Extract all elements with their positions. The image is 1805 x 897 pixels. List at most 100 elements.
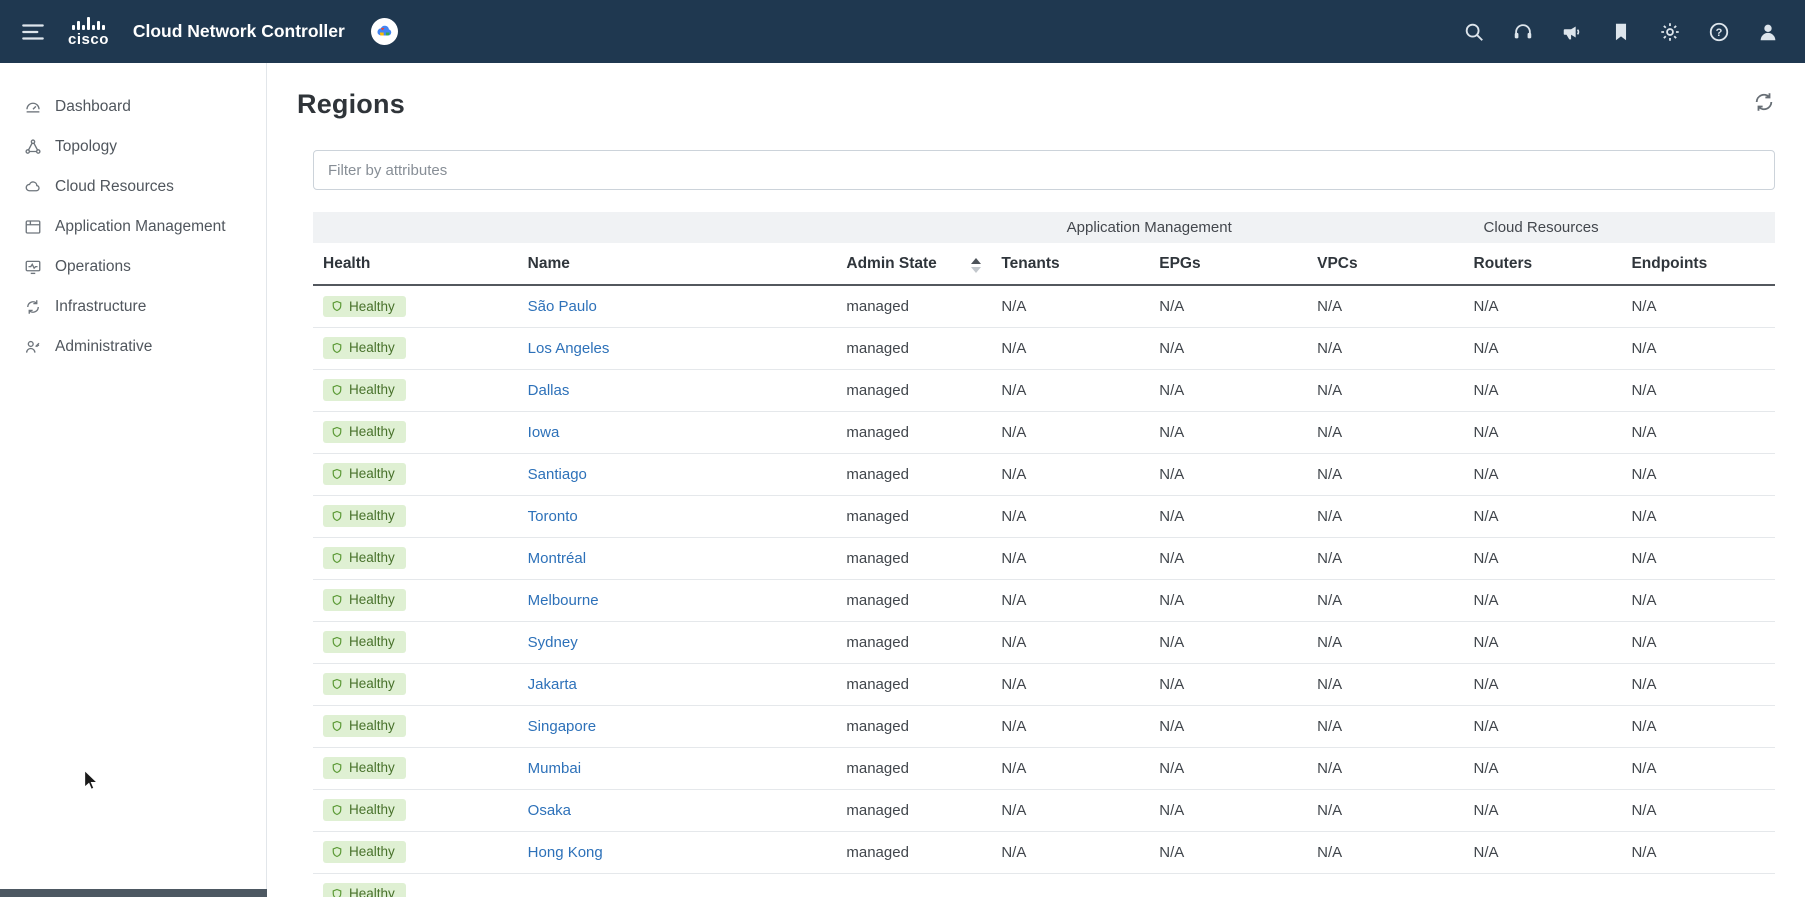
tenants-cell: N/A: [991, 537, 1150, 580]
admin-state-cell: managed: [836, 411, 992, 454]
bookmark-icon[interactable]: [1610, 21, 1632, 43]
routers-cell: N/A: [1463, 831, 1622, 874]
sidebar-item-application-management[interactable]: Application Management: [0, 207, 266, 247]
admin-state-cell: managed: [836, 495, 992, 538]
user-icon[interactable]: [1757, 21, 1779, 43]
filter-input[interactable]: [313, 150, 1775, 191]
sidebar-item-label: Infrastructure: [55, 298, 147, 315]
admin-state-cell: [836, 873, 992, 897]
routers-cell: N/A: [1463, 411, 1622, 454]
endpoints-cell: N/A: [1621, 495, 1775, 538]
refresh-button[interactable]: [1753, 91, 1775, 113]
region-link[interactable]: Toronto: [528, 508, 578, 525]
region-link[interactable]: Montréal: [528, 550, 586, 567]
table-group-header-row: Application Management Cloud Resources: [313, 212, 1775, 244]
tenants-cell: N/A: [991, 705, 1150, 748]
routers-cell: N/A: [1463, 747, 1622, 790]
column-header-epgs[interactable]: EPGs: [1149, 243, 1308, 287]
table-column-header-row: Health Name Admin State Tenants EPGs VPCs Rout…: [313, 243, 1775, 287]
health-cell: Healthy: [313, 411, 518, 454]
health-badge: Healthy: [323, 337, 406, 359]
health-badge: Healthy: [323, 673, 406, 695]
epgs-cell: N/A: [1149, 621, 1308, 664]
column-header-vpcs[interactable]: VPCs: [1307, 243, 1464, 287]
announcement-icon[interactable]: [1561, 21, 1583, 43]
name-cell: Mumbai: [517, 747, 837, 790]
shield-icon: [331, 384, 343, 396]
column-header-label: VPCs: [1317, 254, 1358, 272]
topology-icon: [24, 138, 42, 156]
name-cell: Melbourne: [517, 579, 837, 622]
routers-cell: N/A: [1463, 453, 1622, 496]
column-header-routers[interactable]: Routers: [1463, 243, 1622, 287]
health-badge: Healthy: [323, 841, 406, 863]
sidebar-item-label: Cloud Resources: [55, 178, 174, 195]
cisco-logo: cisco: [68, 16, 109, 47]
region-link[interactable]: Singapore: [528, 718, 596, 735]
column-header-endpoints[interactable]: Endpoints: [1621, 243, 1775, 287]
horizontal-scrollbar[interactable]: [0, 889, 267, 897]
tenants-cell: N/A: [991, 495, 1150, 538]
table-row: Healthy Dallas managed N/A N/A N/A N/A N/A: [313, 369, 1775, 412]
health-badge: Healthy: [323, 589, 406, 611]
name-cell: [517, 873, 837, 897]
tenants-cell: [991, 873, 1150, 897]
health-cell: Healthy: [313, 663, 518, 706]
sidebar-item-topology[interactable]: Topology: [0, 127, 266, 167]
shield-icon: [331, 552, 343, 564]
endpoints-cell: N/A: [1621, 285, 1775, 328]
sort-control[interactable]: [971, 257, 982, 273]
region-link[interactable]: Melbourne: [528, 592, 599, 609]
search-icon[interactable]: [1463, 21, 1485, 43]
menu-icon[interactable]: [20, 19, 46, 45]
shield-icon: [331, 636, 343, 648]
help-icon[interactable]: ?: [1708, 21, 1730, 43]
tenants-cell: N/A: [991, 285, 1150, 328]
vpcs-cell: [1307, 873, 1464, 897]
sidebar-item-cloud-resources[interactable]: Cloud Resources: [0, 167, 266, 207]
app-title: Cloud Network Controller: [132, 21, 345, 41]
region-link[interactable]: Los Angeles: [528, 340, 610, 357]
tenants-cell: N/A: [991, 579, 1150, 622]
health-badge: Healthy: [323, 295, 406, 318]
endpoints-cell: N/A: [1621, 663, 1775, 706]
routers-cell: N/A: [1463, 789, 1622, 832]
column-header-label: Admin State: [846, 254, 937, 272]
region-link[interactable]: Jakarta: [528, 676, 577, 693]
endpoints-cell: N/A: [1621, 411, 1775, 454]
admin-state-cell: managed: [836, 453, 992, 496]
health-badge: Healthy: [323, 631, 406, 653]
region-link[interactable]: Santiago: [528, 466, 587, 483]
column-header-tenants[interactable]: Tenants: [991, 243, 1150, 287]
assistant-icon[interactable]: [1512, 21, 1534, 43]
vpcs-cell: N/A: [1307, 411, 1464, 454]
sort-desc-icon: [971, 266, 982, 273]
endpoints-cell: N/A: [1621, 453, 1775, 496]
health-badge: Healthy: [323, 421, 406, 443]
column-header-name[interactable]: Name: [517, 243, 837, 287]
region-link[interactable]: Mumbai: [528, 760, 581, 777]
endpoints-cell: N/A: [1621, 579, 1775, 622]
sidebar-item-administrative[interactable]: Administrative: [0, 327, 266, 367]
column-header-label: Name: [527, 254, 570, 272]
region-link[interactable]: Osaka: [528, 802, 571, 819]
column-header-admin-state[interactable]: Admin State: [836, 243, 992, 287]
endpoints-cell: N/A: [1621, 705, 1775, 748]
sidebar-item-operations[interactable]: Operations: [0, 247, 266, 287]
shield-icon: [331, 720, 343, 732]
epgs-cell: N/A: [1149, 747, 1308, 790]
column-header-health[interactable]: Health: [313, 243, 518, 287]
region-link[interactable]: Dallas: [528, 382, 570, 399]
topbar-right: ?: [1463, 21, 1785, 43]
sidebar-item-dashboard[interactable]: Dashboard: [0, 87, 266, 127]
region-link[interactable]: São Paulo: [528, 298, 597, 315]
sidebar-item-infrastructure[interactable]: Infrastructure: [0, 287, 266, 327]
region-link[interactable]: Sydney: [528, 634, 578, 651]
dashboard-icon: [24, 98, 42, 116]
name-cell: Osaka: [517, 789, 837, 832]
name-cell: São Paulo: [517, 285, 837, 328]
region-link[interactable]: Hong Kong: [528, 844, 603, 861]
region-link[interactable]: Iowa: [528, 424, 560, 441]
settings-icon[interactable]: [1659, 21, 1681, 43]
endpoints-cell: [1621, 873, 1775, 897]
